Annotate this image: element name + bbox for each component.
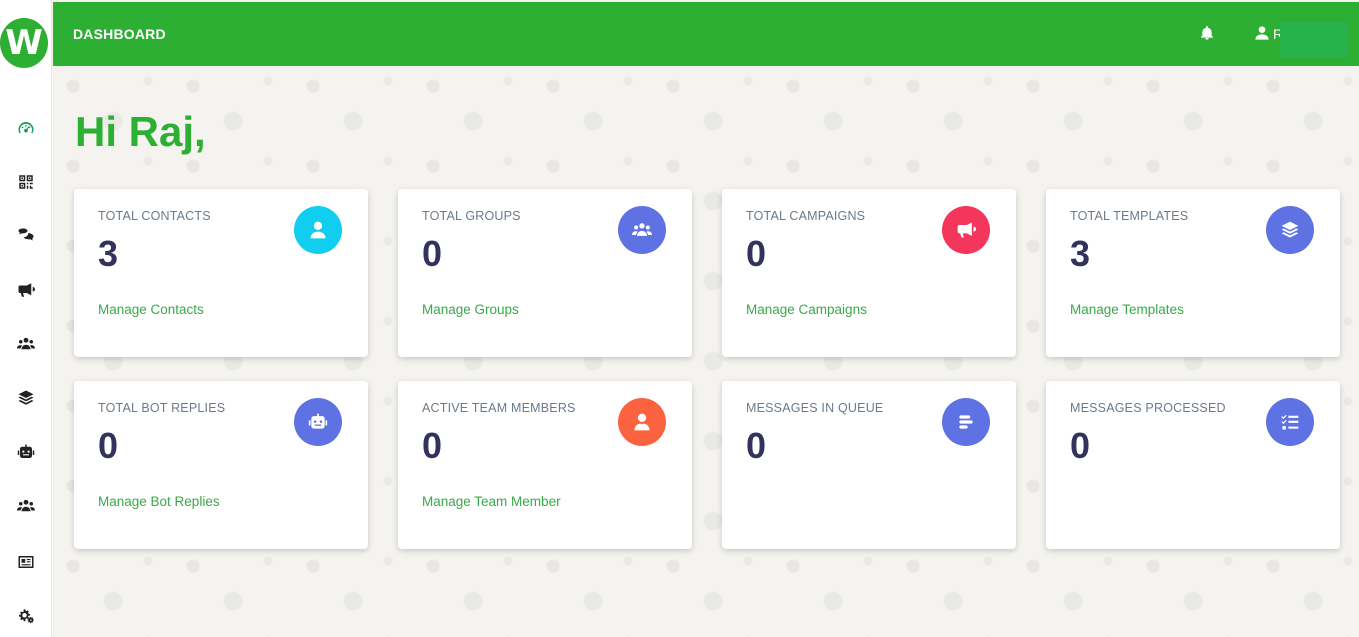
- chat-icon[interactable]: [14, 224, 38, 248]
- megaphone-icon[interactable]: [14, 278, 38, 302]
- stat-card-groups: TOTAL GROUPS 0 Manage Groups: [398, 189, 692, 357]
- app-logo[interactable]: W: [0, 18, 48, 68]
- card-value: 0: [746, 425, 767, 466]
- card-label: TOTAL TEMPLATES: [1070, 209, 1189, 223]
- stat-card-bot-replies: TOTAL BOT REPLIES 0 Manage Bot Replies: [74, 381, 368, 549]
- tasks-icon: [1266, 398, 1314, 446]
- users-icon[interactable]: [14, 332, 38, 356]
- card-label: TOTAL BOT REPLIES: [98, 401, 226, 415]
- sidebar: W: [0, 0, 52, 637]
- card-label: TOTAL CONTACTS: [98, 209, 211, 223]
- settings-icon[interactable]: [14, 604, 38, 628]
- card-value: 0: [422, 233, 443, 274]
- stat-card-messages-queue: MESSAGES IN QUEUE 0: [722, 381, 1016, 549]
- card-label: MESSAGES PROCESSED: [1070, 401, 1226, 415]
- greeting-heading: Hi Raj,: [75, 108, 206, 155]
- card-value: 3: [98, 233, 119, 274]
- top-bar: DASHBOARD R: [53, 2, 1359, 66]
- card-label: TOTAL GROUPS: [422, 209, 521, 223]
- user-icon: [1254, 25, 1270, 44]
- user-menu[interactable]: R: [1254, 25, 1283, 43]
- manage-campaigns-link[interactable]: Manage Campaigns: [746, 302, 867, 317]
- bell-icon[interactable]: [1199, 25, 1217, 43]
- robot-icon: [294, 398, 342, 446]
- card-value: 0: [422, 425, 443, 466]
- card-value: 0: [1070, 425, 1091, 466]
- layers-icon[interactable]: [14, 386, 38, 410]
- manage-team-member-link[interactable]: Manage Team Member: [422, 494, 561, 509]
- team-icon[interactable]: [14, 494, 38, 518]
- stat-card-messages-processed: MESSAGES PROCESSED 0: [1046, 381, 1340, 549]
- stat-card-team-members: ACTIVE TEAM MEMBERS 0 Manage Team Member: [398, 381, 692, 549]
- id-card-icon[interactable]: [14, 550, 38, 574]
- page-title: DASHBOARD: [73, 26, 166, 42]
- queue-icon: [942, 398, 990, 446]
- card-value: 0: [98, 425, 119, 466]
- qrcode-icon[interactable]: [14, 170, 38, 194]
- manage-groups-link[interactable]: Manage Groups: [422, 302, 519, 317]
- user-tie-icon: [618, 398, 666, 446]
- stat-card-contacts: TOTAL CONTACTS 3 Manage Contacts: [74, 189, 368, 357]
- stat-card-templates: TOTAL TEMPLATES 3 Manage Templates: [1046, 189, 1340, 357]
- dashboard-icon[interactable]: [14, 116, 38, 140]
- card-label: TOTAL CAMPAIGNS: [746, 209, 866, 223]
- users-icon: [618, 206, 666, 254]
- redacted-username-block: [1280, 22, 1348, 58]
- layers-icon: [1266, 206, 1314, 254]
- stat-card-campaigns: TOTAL CAMPAIGNS 0 Manage Campaigns: [722, 189, 1016, 357]
- card-label: MESSAGES IN QUEUE: [746, 401, 884, 415]
- manage-bot-replies-link[interactable]: Manage Bot Replies: [98, 494, 220, 509]
- megaphone-icon: [942, 206, 990, 254]
- card-value: 0: [746, 233, 767, 274]
- card-label: ACTIVE TEAM MEMBERS: [422, 401, 576, 415]
- user-icon: [294, 206, 342, 254]
- card-value: 3: [1070, 233, 1091, 274]
- manage-contacts-link[interactable]: Manage Contacts: [98, 302, 204, 317]
- robot-icon[interactable]: [14, 440, 38, 464]
- manage-templates-link[interactable]: Manage Templates: [1070, 302, 1184, 317]
